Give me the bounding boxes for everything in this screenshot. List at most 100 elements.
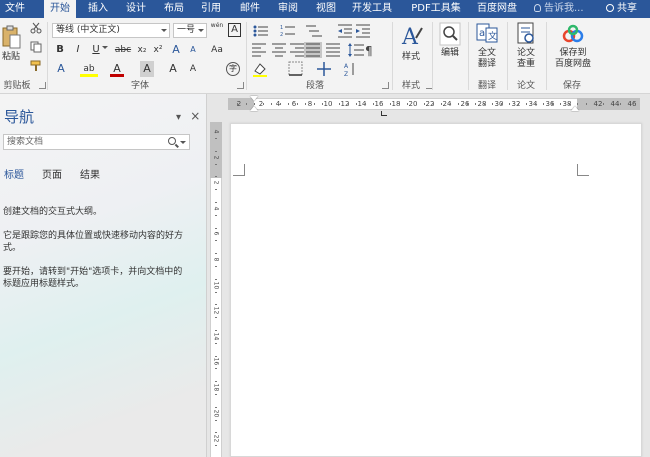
ruler-number: 14 <box>212 332 220 341</box>
ruler-tick <box>215 189 217 191</box>
ruler-number: 12 <box>340 100 350 108</box>
tab-references[interactable]: 引用 <box>197 0 225 18</box>
lightbulb-icon <box>534 4 541 12</box>
bullets-icon <box>253 25 268 37</box>
highlight-button[interactable]: ab <box>80 61 98 77</box>
strikethrough-button[interactable]: abc <box>114 42 132 58</box>
tab-baidu-netdisk[interactable]: 百度网盘 <box>474 0 520 18</box>
svg-text:文: 文 <box>488 30 497 42</box>
tab-developer[interactable]: 开发工具 <box>348 0 396 18</box>
aa-large-button[interactable]: A <box>166 61 180 77</box>
tab-home[interactable]: 开始 <box>44 0 76 18</box>
format-painter-icon[interactable] <box>30 60 42 72</box>
ruler-tick <box>534 103 536 105</box>
ruler-tick <box>407 103 408 105</box>
italic-button[interactable]: I <box>72 42 84 58</box>
nav-tab-pages[interactable]: 页面 <box>42 166 62 181</box>
grow-font-button[interactable]: A <box>168 42 184 58</box>
share-button[interactable]: 共享 <box>606 0 637 18</box>
font-name-combo[interactable]: 等线 (中文正文) <box>52 23 170 38</box>
paragraph-launcher[interactable] <box>382 82 389 89</box>
ruler-tick <box>432 103 434 105</box>
navigation-pane: 导航 ▾ × 搜索文档 标题 页面 结果 创建文档的交互式大纲。 它是跟踪您的具… <box>0 94 207 457</box>
ruler-tick <box>215 432 217 434</box>
phonetic-guide-button[interactable]: wén <box>210 22 224 38</box>
list-buttons-row: 12 <box>253 24 370 38</box>
document-area <box>225 116 650 457</box>
tab-file[interactable]: 文件 <box>0 0 30 18</box>
nav-tab-results[interactable]: 结果 <box>80 166 100 181</box>
search-icon[interactable] <box>168 137 176 145</box>
tell-me-text: 告诉我... <box>544 3 584 14</box>
aa-small-button[interactable]: A <box>186 61 200 77</box>
numbering-icon: 12 <box>280 25 295 38</box>
paper-check-button[interactable]: 论文 查重 <box>511 22 541 70</box>
group-label-clipboard: 剪贴板 <box>3 81 31 91</box>
chevron-down-icon <box>198 29 204 32</box>
tell-me-box[interactable]: 告诉我... <box>534 0 584 18</box>
full-text-translate-button[interactable]: a 文 全文 翻译 <box>472 22 502 70</box>
ruler-tick <box>628 103 629 105</box>
ruler-tick <box>215 176 217 178</box>
nav-close-button[interactable]: × <box>190 109 200 123</box>
superscript-button[interactable]: x² <box>151 42 165 58</box>
first-line-indent-marker[interactable] <box>250 96 258 101</box>
font-launcher[interactable] <box>237 82 244 89</box>
tab-insert[interactable]: 插入 <box>84 0 112 18</box>
vertical-ruler[interactable]: 4 2 2 4 6 8 10 12 14 16 18 20 22 <box>207 94 225 457</box>
save-label-line2: 百度网盘 <box>554 59 591 69</box>
ruler-tick <box>215 381 217 383</box>
nav-tab-headings[interactable]: 标题 <box>4 166 24 181</box>
clipboard-launcher[interactable] <box>39 82 46 89</box>
increase-indent-icon <box>356 24 370 38</box>
hanging-indent-marker[interactable] <box>250 106 258 111</box>
ruler-number: 32 <box>511 100 521 108</box>
tab-mailings[interactable]: 邮件 <box>236 0 264 18</box>
ruler-tick <box>381 103 383 105</box>
bold-button[interactable]: B <box>54 42 66 58</box>
tab-review[interactable]: 审阅 <box>274 0 302 18</box>
chevron-down-icon[interactable] <box>180 141 186 144</box>
nav-options-button[interactable]: ▾ <box>176 112 181 123</box>
crop-mark-top-left <box>233 164 245 176</box>
paste-button[interactable]: 粘贴 <box>0 24 22 63</box>
ruler-tick <box>215 304 217 306</box>
svg-text:A: A <box>344 63 349 70</box>
separator <box>468 22 469 90</box>
tab-pdf-tools[interactable]: PDF工具集 <box>406 0 466 18</box>
character-shading-button[interactable]: A <box>140 61 154 77</box>
chinese-layout-icon <box>317 62 331 76</box>
tab-layout[interactable]: 布局 <box>160 0 188 18</box>
save-to-baidu-button[interactable]: 保存到 百度网盘 <box>550 22 596 70</box>
group-label-font: 字体 <box>130 81 149 91</box>
ruler-number: 18 <box>212 383 220 392</box>
change-case-button[interactable]: Aa <box>208 42 226 58</box>
character-border-button[interactable]: A <box>228 23 241 37</box>
ruler-tick <box>356 103 357 105</box>
copy-icon[interactable] <box>30 41 42 53</box>
font-size-combo[interactable]: 一号 <box>173 23 207 38</box>
cut-icon[interactable] <box>30 22 42 34</box>
ruler-number: 12 <box>212 306 220 315</box>
underline-dropdown[interactable] <box>102 46 108 52</box>
ruler-tick <box>288 103 289 105</box>
styles-button[interactable]: A 样式 <box>396 22 426 63</box>
underline-button[interactable]: U <box>90 42 102 58</box>
show-marks-icon[interactable]: ¶ <box>362 42 378 58</box>
font-color-button[interactable]: A <box>110 61 124 77</box>
subscript-button[interactable]: x₂ <box>135 42 149 58</box>
document-page[interactable] <box>230 123 642 457</box>
text-effects-button[interactable]: A <box>54 61 68 77</box>
svg-text:a: a <box>479 28 485 39</box>
right-indent-marker[interactable] <box>571 106 579 111</box>
shrink-font-button[interactable]: A <box>186 42 200 58</box>
svg-text:2: 2 <box>280 32 283 38</box>
editing-button[interactable]: 编辑 <box>436 22 464 59</box>
paste-label: 粘贴 <box>1 52 20 62</box>
enclose-characters-button[interactable]: 字 <box>226 62 240 76</box>
horizontal-ruler[interactable]: 2 2 4 6 8 10 12 14 16 18 20 22 24 26 28 30 32 34 36 38 42 44 4… <box>225 94 650 116</box>
nav-search-input[interactable]: 搜索文档 <box>3 134 190 150</box>
tab-design[interactable]: 设计 <box>122 0 150 18</box>
tab-view[interactable]: 视图 <box>312 0 340 18</box>
ruler-number: 10 <box>212 281 220 289</box>
